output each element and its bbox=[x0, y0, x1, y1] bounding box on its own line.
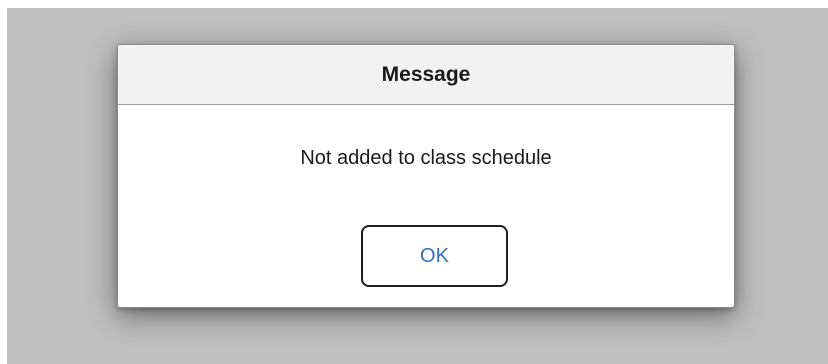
ok-button[interactable]: OK bbox=[361, 225, 508, 287]
dialog-body: Not added to class schedule OK bbox=[118, 105, 734, 307]
dialog-message: Not added to class schedule bbox=[300, 147, 552, 169]
dialog-header: Message bbox=[118, 45, 734, 105]
message-dialog: Message Not added to class schedule OK bbox=[117, 44, 735, 308]
dialog-title: Message bbox=[381, 62, 471, 86]
